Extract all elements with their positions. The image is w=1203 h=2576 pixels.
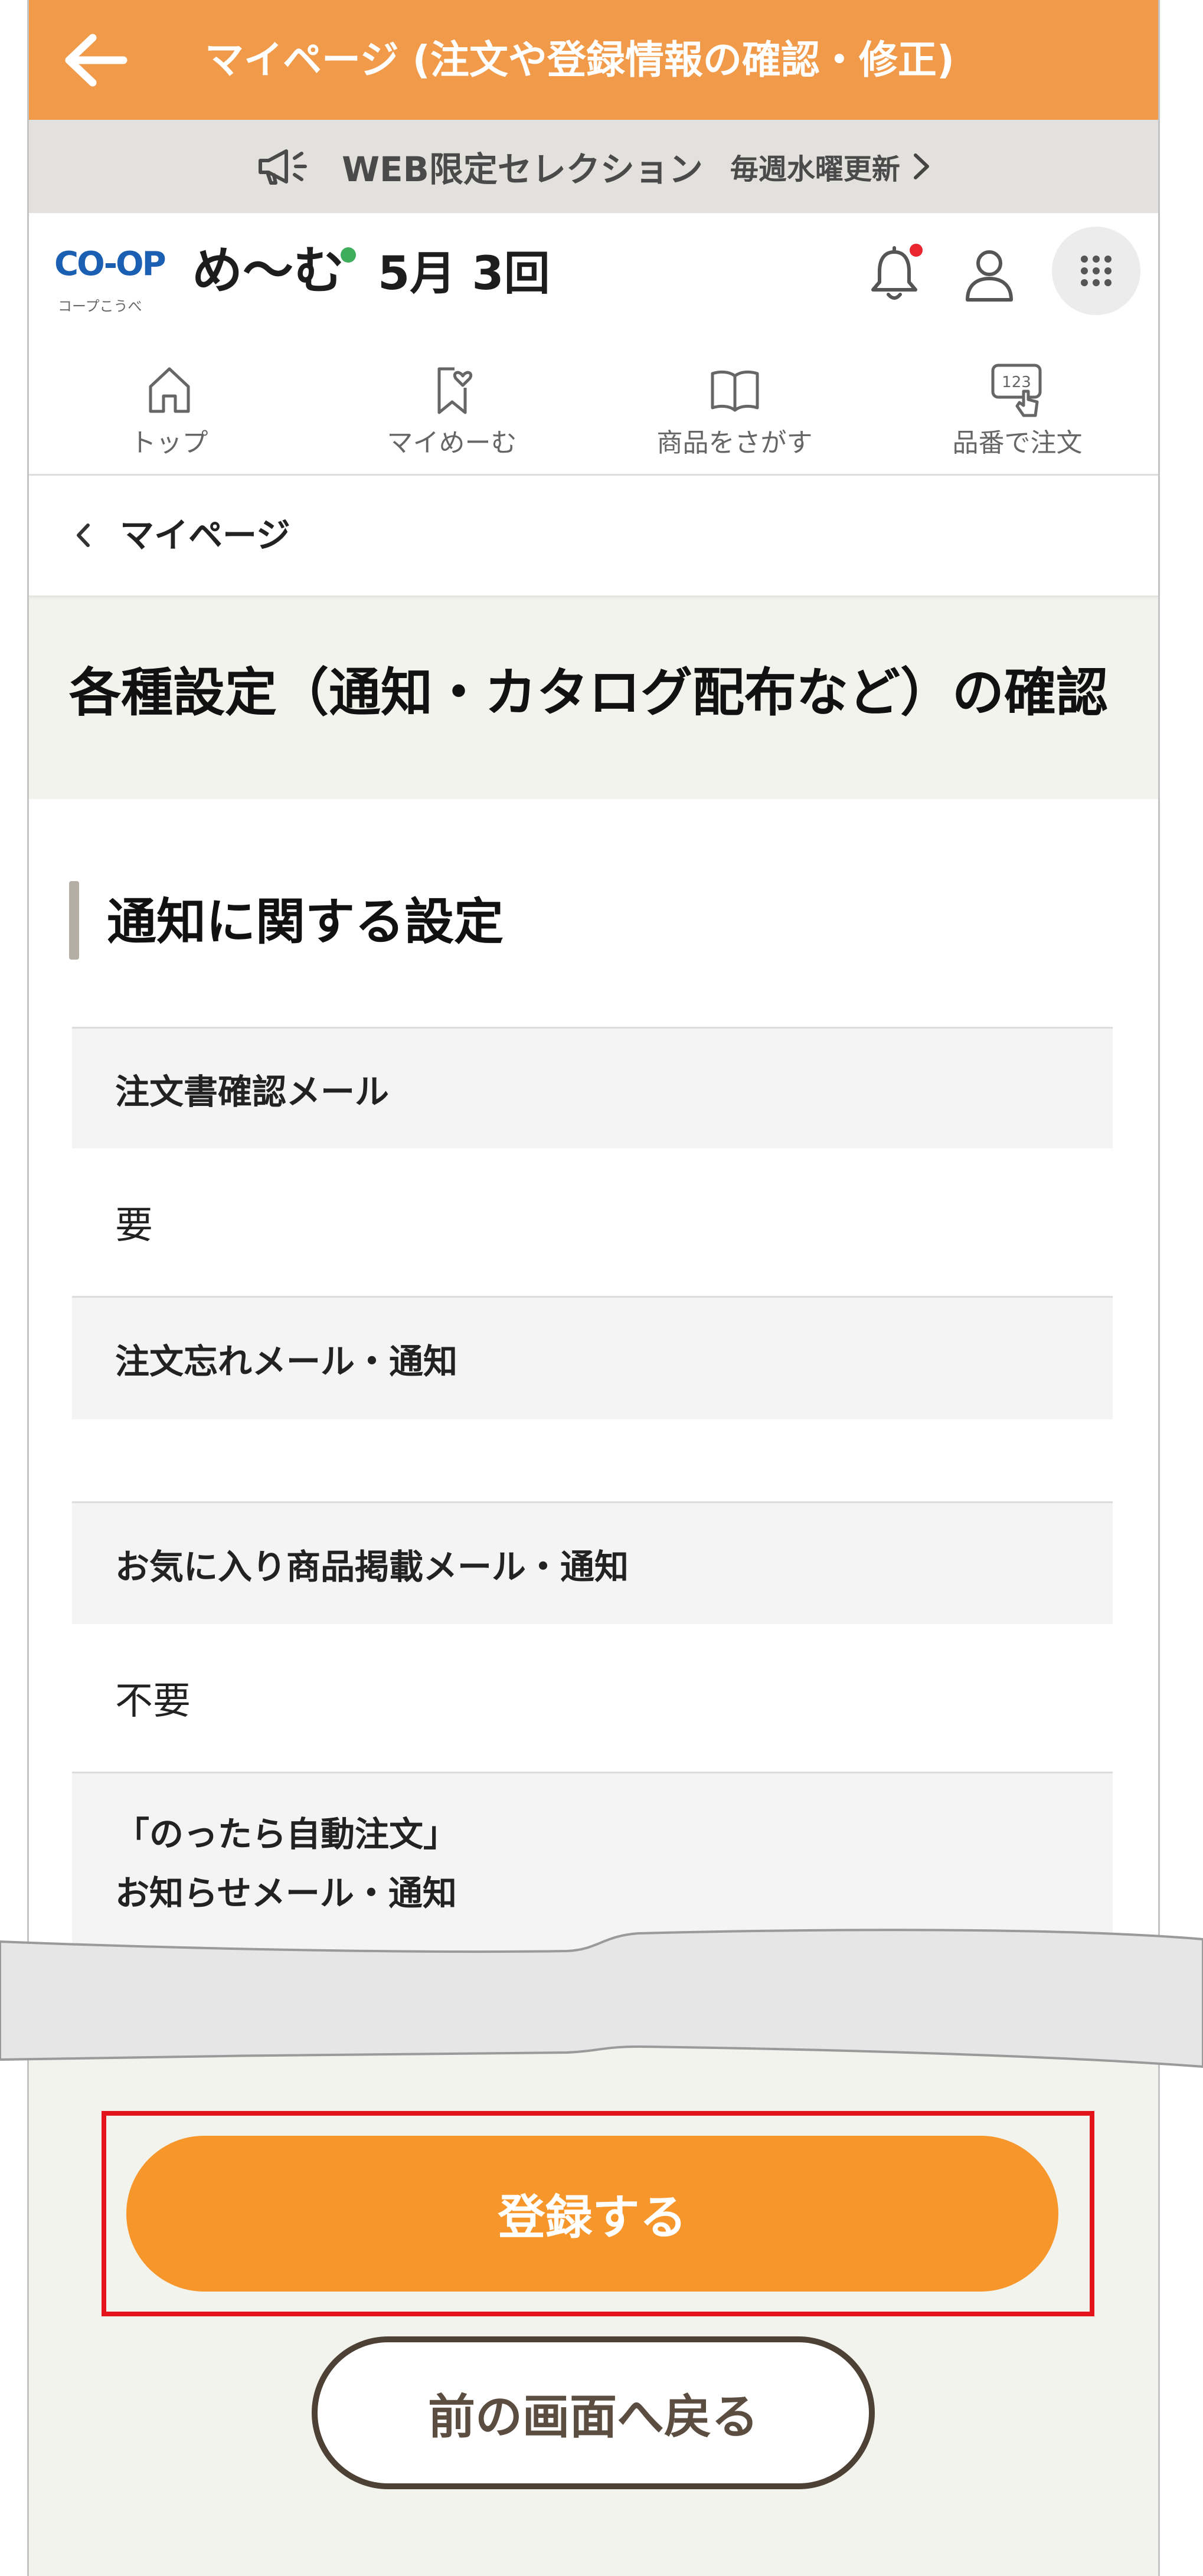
breadcrumb[interactable]: マイページ bbox=[28, 476, 1159, 595]
coop-logo[interactable]: CO-OP コープこうべ bbox=[54, 235, 166, 318]
grid-menu-icon bbox=[1081, 256, 1112, 286]
nav-label: マイめーむ bbox=[387, 428, 517, 458]
logo-mark: CO-OP bbox=[54, 245, 166, 283]
notification-dot bbox=[907, 241, 925, 259]
header-title: マイページ (注文や登録情報の確認・修正) bbox=[205, 37, 954, 83]
app-header: マイページ (注文や登録情報の確認・修正) bbox=[28, 0, 1159, 120]
brand-name: め〜む bbox=[192, 241, 344, 300]
page-title-section: 各種設定（通知・カタログ配布など）の確認 bbox=[28, 595, 1159, 799]
setting-value bbox=[72, 1419, 1113, 1501]
banner-main-text: WEB限定セレクション bbox=[342, 149, 703, 189]
nav-label: 品番で注文 bbox=[952, 428, 1083, 458]
user-icon[interactable] bbox=[959, 243, 1020, 305]
arrow-left-icon[interactable] bbox=[62, 31, 128, 90]
brand-bar: CO-OP コープこうべ め〜む 5月 3回 bbox=[28, 213, 1159, 336]
brand-dot bbox=[341, 247, 356, 263]
nav-label: 商品をさがす bbox=[656, 428, 813, 458]
megaphone-icon bbox=[259, 149, 308, 185]
nav-tab-search-products[interactable]: 商品をさがす bbox=[593, 336, 876, 474]
nav-tab-top[interactable]: トップ bbox=[28, 336, 310, 474]
menu-button[interactable] bbox=[1052, 227, 1140, 315]
frame-left-edge bbox=[27, 0, 29, 2576]
section-heading: 通知に関する設定 bbox=[107, 893, 504, 951]
home-icon bbox=[149, 367, 189, 413]
banner-sub-text: 毎週水曜更新 bbox=[730, 153, 900, 186]
web-selection-banner[interactable]: WEB限定セレクション 毎週水曜更新 bbox=[28, 120, 1159, 213]
section-heading-bar bbox=[69, 881, 79, 960]
settings-list: 注文書確認メール 要 注文忘れメール・通知 お気に入り商品掲載メール・通知 不要… bbox=[72, 1027, 1113, 2019]
page-title: 各種設定（通知・カタログ配布など）の確認 bbox=[69, 662, 1109, 723]
nav-label: トップ bbox=[130, 428, 208, 458]
back-to-previous-button[interactable]: 前の画面へ戻る bbox=[312, 2336, 875, 2489]
book-icon bbox=[711, 370, 759, 412]
icon-number-text: 123 bbox=[1002, 374, 1031, 391]
back-button-label: 前の画面へ戻る bbox=[428, 2389, 759, 2444]
page-omission-divider bbox=[0, 1929, 1203, 2068]
register-button[interactable]: 登録する bbox=[126, 2136, 1058, 2292]
setting-label: 注文忘れメール・通知 bbox=[72, 1296, 1113, 1419]
number-tap-icon: 123 bbox=[991, 364, 1041, 417]
breadcrumb-label: マイページ bbox=[120, 515, 290, 555]
register-button-label: 登録する bbox=[498, 2190, 687, 2245]
setting-value: 不要 bbox=[72, 1624, 1113, 1772]
bookmark-heart-icon bbox=[437, 367, 472, 414]
setting-label: 注文書確認メール bbox=[72, 1027, 1113, 1148]
nav-tab-my-memu[interactable]: マイめーむ bbox=[310, 336, 593, 474]
frame-right-edge bbox=[1158, 0, 1160, 2576]
phone-screen: マイページ (注文や登録情報の確認・修正) WEB限定セレクション 毎週水曜更新… bbox=[28, 0, 1159, 2576]
chevron-right-icon bbox=[913, 153, 929, 179]
setting-value: 要 bbox=[72, 1148, 1113, 1296]
nav-tab-order-by-number[interactable]: 123 品番で注文 bbox=[876, 336, 1159, 474]
chevron-left-icon bbox=[77, 523, 90, 547]
setting-label: お気に入り商品掲載メール・通知 bbox=[72, 1501, 1113, 1624]
catalog-issue: 5月 3回 bbox=[378, 247, 550, 300]
logo-sub: コープこうべ bbox=[58, 298, 142, 315]
main-nav: トップ マイめーむ 商品をさがす 123 品番で注文 bbox=[28, 336, 1159, 476]
